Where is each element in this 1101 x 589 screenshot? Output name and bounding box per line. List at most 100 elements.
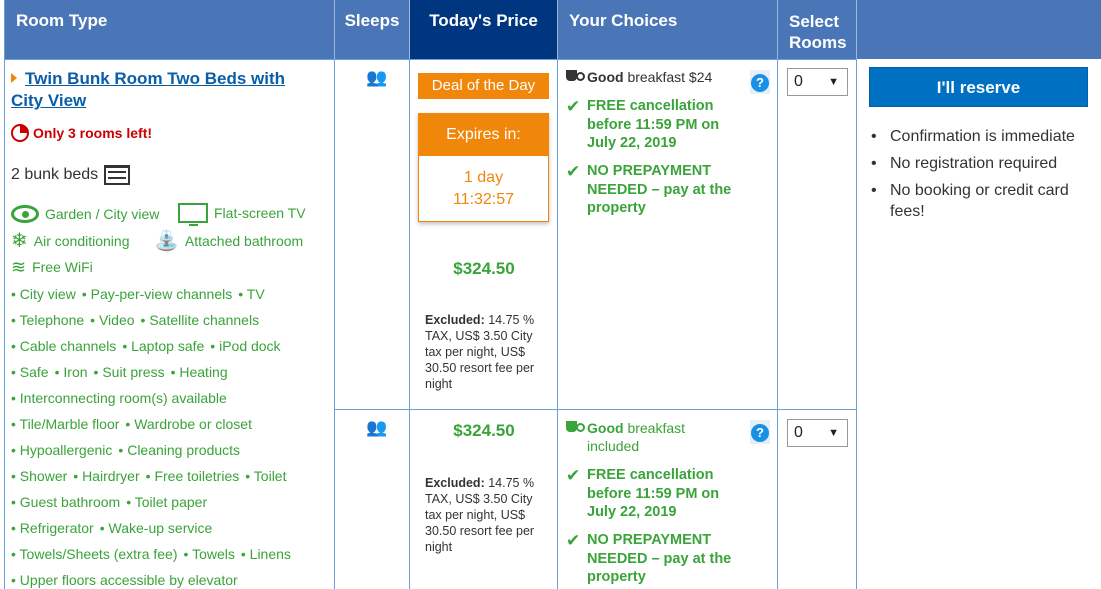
room-title-link[interactable]: Twin Bunk Room Two Beds with City View [11,68,311,112]
facility-view: Garden / City view [11,205,159,223]
header-sleeps: Sleeps [335,0,410,59]
help-icon[interactable]: ? [751,424,769,442]
amenity-item: Pay-per-view channels [82,286,232,302]
coffee-cup-icon [566,70,585,84]
deal-of-the-day-badge: Deal of the Day [418,73,549,99]
amenity-item: Tile/Marble floor [11,416,119,432]
free-cancellation: ✔ FREE cancellation before 11:59 PM on J… [566,97,720,151]
wifi-icon: ≋ [11,257,27,277]
grid-line [409,59,410,589]
amenity-item: Laptop safe [122,338,204,354]
reserve-button[interactable]: I'll reserve [869,67,1088,107]
amenity-line: Tile/Marble floor Wardrobe or closet [11,414,333,440]
amenity-item: TV [238,286,264,302]
amenity-item: Safe [11,364,49,380]
amenity-item: Iron [55,364,88,380]
caret-right-icon [11,73,17,83]
amenity-line: Cable channels Laptop safe iPod dock [11,336,333,362]
amenity-item: Video [90,312,134,328]
shower-icon: ⛲ [154,230,179,252]
amenity-item: Hypoallergenic [11,442,112,458]
grid-line [4,0,5,589]
header-todays-price: Today's Price [410,0,558,59]
amenity-line: Interconnecting room(s) available [11,388,333,414]
grid-line [856,59,857,589]
amenity-line: Towels/Sheets (extra fee) Towels Linens [11,544,333,570]
no-prepayment: ✔ NO PREPAYMENT NEEDED – pay at the prop… [566,531,732,585]
breakfast-info: Good breakfast $24 [566,68,712,86]
pie-clock-icon [11,124,29,142]
benefits-list: Confirmation is immediate No registratio… [871,126,1096,228]
amenity-item: Hairdryer [73,468,139,484]
amenity-item: Cleaning products [118,442,240,458]
room-quantity-select[interactable]: 0 ▼ [787,419,848,447]
amenity-item: Shower [11,468,67,484]
amenity-item: Guest bathroom [11,494,120,510]
grid-line [334,59,335,589]
eye-icon [11,205,39,223]
header-room-type: Room Type [5,0,335,59]
amenity-item: Toilet paper [126,494,207,510]
coffee-cup-icon [566,421,585,435]
tv-icon [178,203,208,226]
header-select-rooms: Select Rooms [778,0,857,59]
amenity-line: Hypoallergenic Cleaning products [11,440,333,466]
grid-line [777,59,778,589]
grid-line [334,409,857,410]
amenity-item: Towels [184,546,235,562]
expires-label: Expires in: [419,114,548,156]
amenity-item: Linens [241,546,291,562]
amenity-line: Telephone Video Satellite channels [11,310,333,336]
benefit-item: No registration required [871,153,1096,174]
excluded-fees: Excluded: 14.75 % TAX, US$ 3.50 City tax… [425,476,535,554]
amenity-item: Refrigerator [11,520,94,536]
facility-aircon: ❄ Air conditioning [11,230,130,252]
facility-bathroom: ⛲ Attached bathroom [154,230,304,252]
two-guests-icon: 👥 [366,418,387,437]
amenity-line: City view Pay-per-view channels TV [11,284,333,310]
free-cancellation: ✔ FREE cancellation before 11:59 PM on J… [566,466,720,520]
amenity-item: iPod dock [210,338,280,354]
price-amount: $324.50 [453,259,515,278]
expires-countdown: Expires in: 1 day 11:32:57 [418,113,549,222]
countdown-time: 11:32:57 [452,191,515,208]
checkmark-icon: ✔ [566,531,581,550]
header-spacer [857,0,1101,59]
price-amount: $324.50 [453,421,515,440]
amenity-line: Guest bathroom Toilet paper [11,492,333,518]
amenity-item: Towels/Sheets (extra fee) [11,546,178,562]
caret-down-icon: ▼ [828,76,839,88]
amenity-item: Interconnecting room(s) available [11,390,227,406]
header-your-choices: Your Choices [558,0,778,59]
amenity-item: Cable channels [11,338,116,354]
no-prepayment: ✔ NO PREPAYMENT NEEDED – pay at the prop… [566,162,732,216]
checkmark-icon: ✔ [566,466,581,485]
benefit-item: No booking or credit card fees! [871,180,1096,222]
two-guests-icon: 👥 [366,68,387,87]
caret-down-icon: ▼ [828,427,839,439]
amenity-item: City view [11,286,76,302]
amenity-item: Satellite channels [141,312,260,328]
amenity-line: Refrigerator Wake-up service [11,518,333,544]
amenity-item: Heating [171,364,228,380]
benefit-item: Confirmation is immediate [871,126,1096,147]
room-quantity-select[interactable]: 0 ▼ [787,68,848,96]
countdown-days: 1 day [463,169,504,186]
facility-tv: Flat-screen TV [178,203,306,226]
help-icon[interactable]: ? [751,74,769,92]
bed-info: 2 bunk beds [11,165,131,185]
amenity-line: Upper floors accessible by elevator [11,570,333,589]
breakfast-info: Good breakfast included [566,419,717,455]
facility-wifi: ≋ Free WiFi [11,257,93,277]
amenity-line: Shower Hairdryer Free toiletries Toilet [11,466,333,492]
bunk-bed-icon [104,165,131,185]
checkmark-icon: ✔ [566,162,581,181]
amenity-item: Upper floors accessible by elevator [11,572,238,588]
amenity-item: Toilet [245,468,286,484]
grid-line [4,59,857,60]
amenity-line: Safe Iron Suit press Heating [11,362,333,388]
grid-line [557,59,558,589]
scarcity-alert: Only 3 rooms left! [11,124,152,142]
snowflake-icon: ❄ [11,230,28,252]
amenity-item: Suit press [94,364,165,380]
